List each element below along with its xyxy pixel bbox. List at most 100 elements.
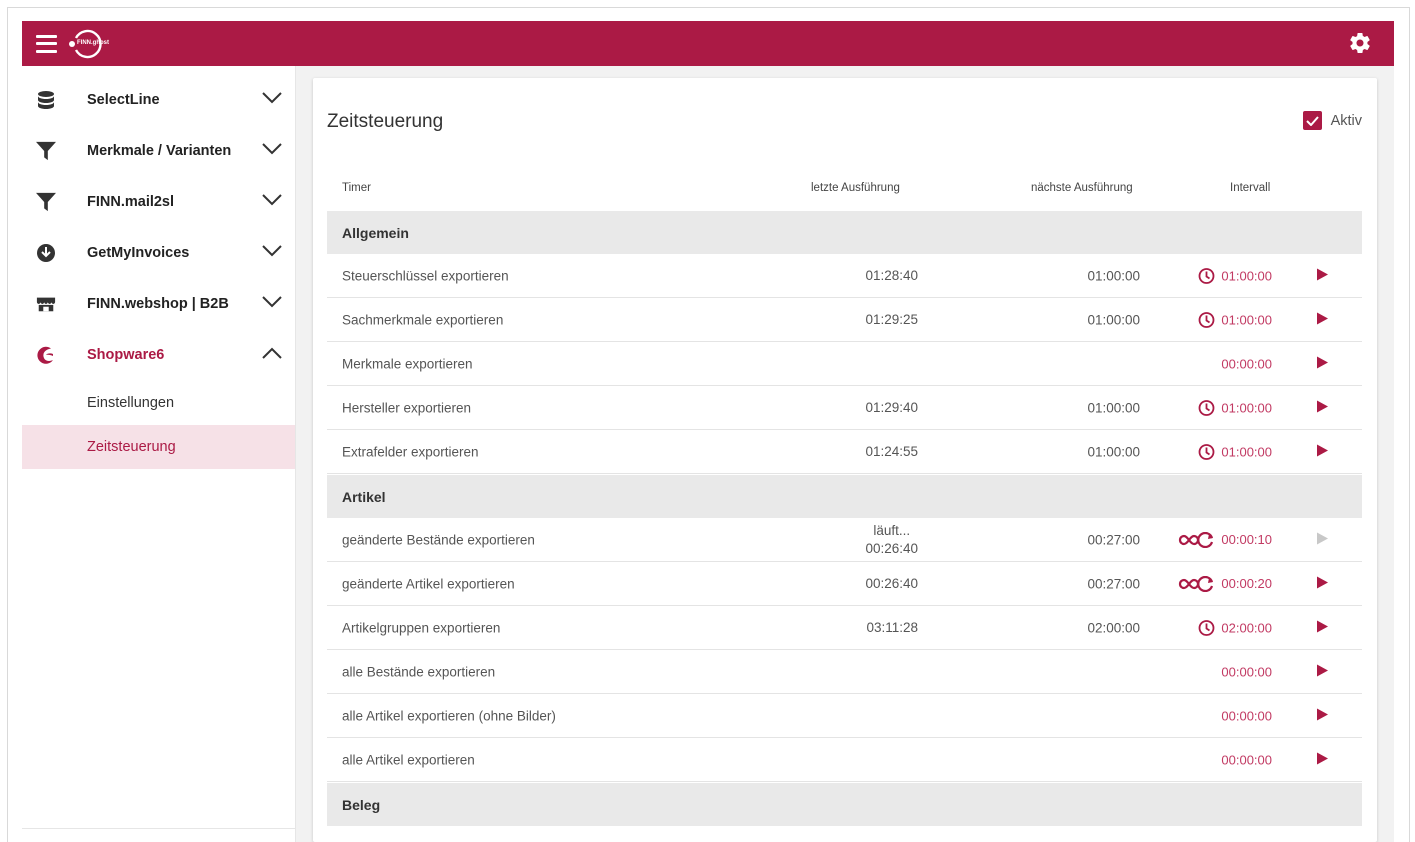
group-label: Allgemein bbox=[342, 224, 409, 241]
last-run: 01:29:40 bbox=[865, 399, 918, 415]
interval-value: 01:00:00 bbox=[1221, 312, 1272, 327]
interval-value: 00:00:20 bbox=[1221, 576, 1272, 591]
sidebar-item-selectline[interactable]: SelectLine bbox=[22, 74, 296, 125]
timer-name: Steuerschlüssel exportieren bbox=[342, 268, 509, 283]
aktiv-checkbox[interactable]: Aktiv bbox=[1302, 111, 1362, 130]
interval-value: 01:00:00 bbox=[1221, 400, 1272, 415]
infinity-repeat-icon bbox=[1175, 531, 1215, 548]
sidebar-item-label: SelectLine bbox=[87, 91, 160, 108]
timer-name: alle Artikel exportieren bbox=[342, 752, 475, 767]
interval-value: 01:00:00 bbox=[1221, 444, 1272, 459]
checkbox-checked-icon[interactable] bbox=[1302, 111, 1322, 130]
play-button[interactable] bbox=[1317, 356, 1328, 371]
timer-name: alle Bestände exportieren bbox=[342, 664, 496, 679]
interval[interactable]: 01:00:00 bbox=[1198, 443, 1272, 460]
aktiv-label: Aktiv bbox=[1330, 112, 1362, 129]
interval-value: 00:00:00 bbox=[1221, 356, 1272, 371]
timer-name: Artikelgruppen exportieren bbox=[342, 620, 501, 635]
interval[interactable]: 00:00:00 bbox=[1221, 752, 1272, 767]
chevron-down-icon[interactable] bbox=[262, 91, 282, 109]
play-button[interactable] bbox=[1317, 664, 1328, 679]
interval[interactable]: 01:00:00 bbox=[1198, 399, 1272, 416]
play-button[interactable] bbox=[1317, 708, 1328, 723]
hamburger-icon[interactable] bbox=[36, 34, 57, 53]
interval[interactable]: 01:00:00 bbox=[1198, 267, 1272, 284]
sidebar-item-shopware6[interactable]: Shopware6 bbox=[22, 329, 296, 380]
sidebar-subitem-zeitsteuerung[interactable]: Zeitsteuerung bbox=[22, 425, 295, 469]
table-row: Merkmale exportieren 00:00:00 bbox=[327, 342, 1362, 386]
next-run: 02:00:00 bbox=[1087, 620, 1140, 635]
last-run: 00:26:40 bbox=[865, 575, 918, 591]
store-icon bbox=[36, 294, 56, 314]
interval-value: 00:00:00 bbox=[1221, 752, 1272, 767]
filter-icon bbox=[36, 141, 56, 161]
chevron-up-icon[interactable] bbox=[262, 346, 282, 364]
table-row: Extrafelder exportieren 01:24:55 01:00:0… bbox=[327, 430, 1362, 474]
column-header-next: nächste Ausführung bbox=[1031, 182, 1133, 194]
sidebar-item-merkmale-varianten[interactable]: Merkmale / Varianten bbox=[22, 125, 296, 176]
sidebar: SelectLine Merkmale / Varianten FINN.mai… bbox=[22, 66, 296, 842]
database-icon bbox=[36, 90, 56, 110]
timer-name: Extrafelder exportieren bbox=[342, 444, 479, 459]
clock-icon bbox=[1198, 267, 1215, 284]
chevron-down-icon[interactable] bbox=[262, 295, 282, 313]
table-row: geänderte Artikel exportieren 00:26:40 0… bbox=[327, 562, 1362, 606]
sidebar-item-finn-mail2sl[interactable]: FINN.mail2sl bbox=[22, 176, 296, 227]
play-button[interactable] bbox=[1317, 312, 1328, 327]
play-button[interactable] bbox=[1317, 620, 1328, 635]
interval[interactable]: 01:00:00 bbox=[1198, 311, 1272, 328]
page-title: Zeitsteuerung bbox=[327, 111, 444, 132]
interval[interactable]: 00:00:00 bbox=[1221, 708, 1272, 723]
sidebar-item-finn-webshop-b2b[interactable]: FINN.webshop | B2B bbox=[22, 278, 296, 329]
column-header-timer: Timer bbox=[342, 182, 371, 194]
gear-icon[interactable] bbox=[1348, 31, 1372, 60]
filter-icon bbox=[36, 192, 56, 212]
download-circle-icon bbox=[36, 243, 56, 263]
chevron-down-icon[interactable] bbox=[262, 193, 282, 211]
next-run: 01:00:00 bbox=[1087, 312, 1140, 327]
interval[interactable]: 02:00:00 bbox=[1198, 619, 1272, 636]
next-run: 00:27:00 bbox=[1087, 532, 1140, 547]
play-button[interactable] bbox=[1317, 400, 1328, 415]
sidebar-subitem-label: Zeitsteuerung bbox=[87, 439, 176, 455]
table-row: Artikelgruppen exportieren 03:11:28 02:0… bbox=[327, 606, 1362, 650]
clock-icon bbox=[1198, 619, 1215, 636]
timer-name: Merkmale exportieren bbox=[342, 356, 473, 371]
sidebar-item-getmyinvoices[interactable]: GetMyInvoices bbox=[22, 227, 296, 278]
group-label: Beleg bbox=[342, 796, 381, 813]
interval-value: 00:00:00 bbox=[1221, 664, 1272, 679]
clock-icon bbox=[1198, 311, 1215, 328]
sidebar-item-label: GetMyInvoices bbox=[87, 244, 190, 261]
interval-value: 02:00:00 bbox=[1221, 620, 1272, 635]
last-run: 00:26:40 bbox=[865, 540, 918, 556]
play-button[interactable] bbox=[1317, 576, 1328, 591]
next-run: 01:00:00 bbox=[1087, 444, 1140, 459]
chevron-down-icon[interactable] bbox=[262, 244, 282, 262]
play-button-disabled bbox=[1317, 532, 1328, 547]
next-run: 01:00:00 bbox=[1087, 400, 1140, 415]
timer-name: alle Artikel exportieren (ohne Bilder) bbox=[342, 708, 556, 723]
table-header: Timer letzte Ausführung nächste Ausführu… bbox=[327, 174, 1362, 210]
sidebar-subitem-einstellungen[interactable]: Einstellungen bbox=[22, 381, 295, 425]
play-button[interactable] bbox=[1317, 268, 1328, 283]
running-status: läuft... bbox=[873, 522, 911, 538]
next-run: 01:00:00 bbox=[1087, 268, 1140, 283]
play-button[interactable] bbox=[1317, 444, 1328, 459]
timer-name: geänderte Bestände exportieren bbox=[342, 532, 535, 547]
chevron-down-icon[interactable] bbox=[262, 142, 282, 160]
table-row: alle Bestände exportieren 00:00:00 bbox=[327, 650, 1362, 694]
top-app-bar: FINN.ghost bbox=[22, 21, 1394, 66]
interval[interactable]: 00:00:00 bbox=[1221, 664, 1272, 679]
interval[interactable]: 00:00:00 bbox=[1221, 356, 1272, 371]
interval[interactable]: 00:00:20 bbox=[1175, 575, 1272, 592]
table-row: alle Artikel exportieren 00:00:00 bbox=[327, 738, 1362, 782]
column-header-last: letzte Ausführung bbox=[811, 182, 900, 194]
last-run: 01:28:40 bbox=[865, 267, 918, 283]
table-row: Sachmerkmale exportieren 01:29:25 01:00:… bbox=[327, 298, 1362, 342]
group-label: Artikel bbox=[342, 488, 386, 505]
next-run: 00:27:00 bbox=[1087, 576, 1140, 591]
interval[interactable]: 00:00:10 bbox=[1175, 531, 1272, 548]
play-button[interactable] bbox=[1317, 752, 1328, 767]
interval-value: 00:00:10 bbox=[1221, 532, 1272, 547]
group-header-artikel: Artikel bbox=[327, 475, 1362, 518]
